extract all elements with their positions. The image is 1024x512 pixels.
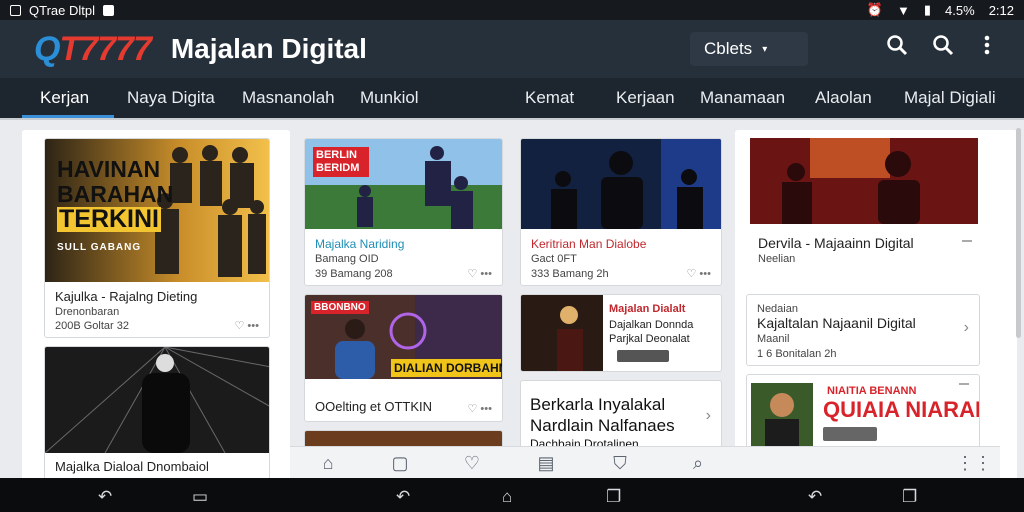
heart-icon[interactable]: ♡	[462, 453, 482, 473]
tab-alaolan[interactable]: Alaolan	[815, 88, 872, 108]
battery-icon: ▮	[923, 2, 932, 17]
article-title: Majalka Nariding	[315, 237, 405, 251]
article-card[interactable]: Nedaian Kajaltalan Najaanil Digital Maan…	[746, 294, 980, 366]
tab-kerjaan[interactable]: Kerjaan	[616, 88, 675, 108]
wifi-icon: ▼	[897, 2, 910, 18]
article-title: Dervila - Majaainn Digital	[758, 235, 914, 251]
chevron-down-icon: ▾	[762, 43, 768, 55]
status-bar: QTrae Dltpl ⏰ ▼ ▮ 4.5% 2:12	[0, 0, 1024, 20]
tab-munkiol[interactable]: Munkiol	[360, 88, 419, 108]
home-icon[interactable]: ⌂	[318, 453, 338, 473]
chevron-right-icon[interactable]: ›	[706, 407, 711, 425]
tab-manamaan[interactable]: Manamaan	[700, 88, 785, 108]
notification-icon	[10, 4, 21, 16]
battery-level: 4.5%	[945, 2, 975, 18]
mail-icon	[102, 4, 114, 16]
article-thumbnail	[750, 138, 978, 224]
article-title: Keritrian Man Dialobe	[531, 237, 647, 251]
home-icon[interactable]: ⌂	[502, 487, 512, 507]
bottom-nav: ⌂ ▢ ♡ ▤ ⛉ ⌕ ⋮⋮	[290, 446, 1000, 478]
recents-icon[interactable]: ▭	[192, 487, 208, 507]
back-icon[interactable]: ↶	[98, 487, 112, 507]
article-meta: 200B Goltar 32	[55, 320, 129, 332]
tab-kerjan[interactable]: Kerjan	[40, 88, 89, 108]
square-icon[interactable]: ▢	[390, 453, 410, 473]
system-nav-bar: ↶ ▭ ↶ ⌂ ❐ ↶ ❐	[0, 478, 1024, 512]
select-value: Cblets	[704, 39, 753, 58]
status-title: QTrae Dltpl	[29, 2, 95, 18]
article-subtitle: Nedaian	[757, 303, 798, 315]
recents-icon[interactable]: ❐	[902, 487, 917, 507]
more-vert-icon[interactable]	[980, 34, 994, 56]
chevron-right-icon[interactable]: ›	[964, 319, 969, 337]
article-subtitle: Drenonbaran	[55, 306, 120, 318]
article-card[interactable]: BERLIN BERIDM Majalka Nariding Bamang OI…	[304, 138, 503, 286]
tab-kemat[interactable]: Kemat	[525, 88, 574, 108]
article-meta: 333 Bamang 2h	[531, 268, 609, 280]
article-meta: 39 Bamang 208	[315, 268, 393, 280]
tab-naya-digita[interactable]: Naya Digita	[127, 88, 215, 108]
app-logo[interactable]: QT7777	[34, 30, 152, 69]
search-icon[interactable]	[932, 34, 954, 56]
article-overlay-small: NIAITIA BENANN	[827, 385, 917, 397]
article-title: Majalka Dialoal Dnombaiol	[55, 459, 209, 474]
article-meta: 1 6 Bonitalan 2h	[757, 348, 837, 360]
article-actions[interactable]: ♡ •••	[468, 267, 492, 280]
article-title: OOelting et OTTKIN	[315, 399, 433, 414]
article-overlay-title: QUIAIA NIARANI	[823, 397, 980, 422]
divider	[962, 240, 972, 242]
nav-tabs: Kerjan Naya Digita Masnanolah Munkiol Ke…	[0, 78, 1024, 120]
search-icon[interactable]: ⌕	[688, 453, 708, 473]
scrollbar[interactable]	[1016, 128, 1021, 338]
active-tab-indicator	[22, 115, 114, 118]
article-title: Majalan Dialalt	[609, 303, 686, 315]
clock: 2:12	[988, 2, 1014, 18]
search-icon[interactable]	[886, 34, 908, 56]
recents-icon[interactable]: ❐	[606, 487, 621, 507]
article-card[interactable]: Dervila - Majaainn Digital Neelian	[746, 130, 982, 290]
tab-majal-digiali[interactable]: Majal Digiali	[904, 88, 996, 108]
article-badge: BERLIN BERIDM	[313, 147, 369, 177]
app-header: QT7777 Majalan Digital Cblets ▾	[0, 20, 1024, 78]
article-title-line2: Nardlain Nalfanaes	[530, 416, 675, 435]
article-actions[interactable]: ♡ •••	[235, 319, 259, 332]
article-actions[interactable]: ♡ •••	[687, 267, 711, 280]
bookmark-icon[interactable]: ⛉	[610, 453, 630, 473]
article-subtitle: Neelian	[758, 253, 796, 265]
divider	[959, 383, 969, 385]
article-thumbnail	[521, 139, 721, 229]
back-icon[interactable]: ↶	[808, 487, 822, 507]
tab-masnanolah[interactable]: Masnanolah	[242, 88, 335, 108]
read-more-button[interactable]	[617, 350, 669, 362]
thumbnail-overlay: DIALIAN DORBAHN	[391, 359, 502, 377]
grid-icon[interactable]: ⋮⋮	[956, 453, 992, 473]
category-select[interactable]: Cblets ▾	[690, 32, 808, 66]
article-subtitle: Bamang OID	[315, 253, 379, 265]
read-more-button[interactable]	[823, 427, 877, 441]
alarm-icon: ⏰	[866, 2, 884, 17]
article-card[interactable]: Majalka Dialoal Dnombaiol	[44, 346, 270, 478]
article-subtitle: Gact 0FT	[531, 253, 577, 265]
article-card[interactable]: BBONBNO DIALIAN DORBAHN OOelting et OTTK…	[304, 294, 503, 422]
article-extra: Parjkal Deonalat	[609, 333, 690, 345]
article-subtitle: Dajalkan Donnda	[609, 319, 694, 331]
article-card[interactable]: Majalan Dialalt Dajalkan Donnda Parjkal …	[520, 294, 722, 372]
app-title: Majalan Digital	[170, 33, 367, 64]
article-card[interactable]: HAVINAN BARAHAN TERKINI SULL GABANG Kaju…	[44, 138, 270, 338]
thumbnail-overlay: HAVINAN BARAHAN TERKINI SULL GABANG	[57, 156, 174, 253]
article-actions[interactable]: ♡ •••	[468, 402, 492, 415]
article-badge: BBONBNO	[311, 301, 369, 314]
article-thumbnail	[45, 347, 269, 453]
article-source: Maanil	[757, 333, 790, 345]
article-title: Berkarla Inyalakal	[530, 395, 666, 414]
content-area: HAVINAN BARAHAN TERKINI SULL GABANG Kaju…	[0, 120, 1024, 478]
calendar-icon[interactable]: ▤	[536, 453, 556, 473]
back-icon[interactable]: ↶	[396, 487, 410, 507]
article-card[interactable]: Keritrian Man Dialobe Gact 0FT 333 Baman…	[520, 138, 722, 286]
article-title: Kajulka - Rajalng Dieting	[55, 289, 198, 304]
article-title: Kajaltalan Najaanil Digital	[757, 315, 916, 331]
